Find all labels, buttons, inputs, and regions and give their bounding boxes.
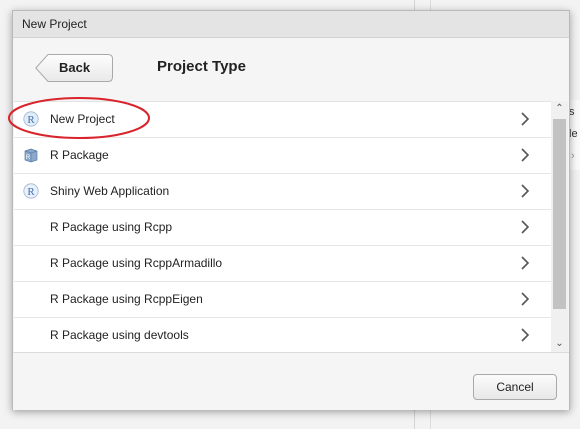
chevron-right-icon: › (571, 150, 575, 162)
scroll-down-icon[interactable]: ⌄ (551, 336, 568, 352)
list-item-r-package-rcpparmadillo[interactable]: R Package using RcppArmadillo (14, 246, 551, 282)
r-package-icon: R (23, 147, 39, 163)
list-item-label: R Package using RcppArmadillo (50, 256, 223, 270)
svg-text:R: R (27, 114, 35, 126)
svg-text:R: R (26, 155, 31, 161)
list-item-shiny-web-application[interactable]: R Shiny Web Application (14, 174, 551, 210)
chevron-right-icon (521, 220, 530, 234)
dialog-titlebar: New Project (13, 11, 569, 38)
list-item-label: Shiny Web Application (50, 184, 170, 198)
project-type-list: R New Project R R Package R Shiny Web Ap… (14, 101, 551, 352)
chevron-right-icon (521, 184, 530, 198)
list-item-r-package-rcppeigen[interactable]: R Package using RcppEigen (14, 282, 551, 318)
chevron-right-icon (521, 256, 530, 270)
list-item-r-package-rcpp[interactable]: R Package using Rcpp (14, 210, 551, 246)
list-item-label: R Package using devtools (50, 328, 189, 342)
svg-text:R: R (27, 186, 35, 198)
r-project-icon: R (23, 111, 39, 127)
cancel-button[interactable]: Cancel (473, 374, 557, 400)
back-button-label: Back (59, 60, 91, 75)
scroll-thumb[interactable] (553, 119, 566, 309)
background-panel-text: le (569, 128, 578, 140)
list-item-label: New Project (50, 112, 115, 126)
new-project-dialog: New Project Back Project Type R New Proj… (12, 10, 570, 410)
list-item-label: R Package using Rcpp (50, 220, 173, 234)
list-item-r-package-devtools[interactable]: R Package using devtools (14, 318, 551, 352)
dialog-footer: Cancel (13, 352, 569, 410)
shiny-icon: R (23, 183, 39, 199)
chevron-right-icon (521, 328, 530, 342)
list-item-new-project[interactable]: R New Project (14, 102, 551, 138)
list-item-label: R Package (50, 148, 109, 162)
list-item-label: R Package using RcppEigen (50, 292, 203, 306)
list-scrollbar[interactable]: ⌃ ⌄ (551, 101, 568, 352)
back-button[interactable]: Back (35, 54, 113, 82)
chevron-right-icon (521, 292, 530, 306)
chevron-right-icon (521, 148, 530, 162)
scroll-up-icon[interactable]: ⌃ (551, 101, 568, 117)
chevron-right-icon (521, 112, 530, 126)
page-title: Project Type (157, 58, 246, 75)
list-item-r-package[interactable]: R R Package (14, 138, 551, 174)
